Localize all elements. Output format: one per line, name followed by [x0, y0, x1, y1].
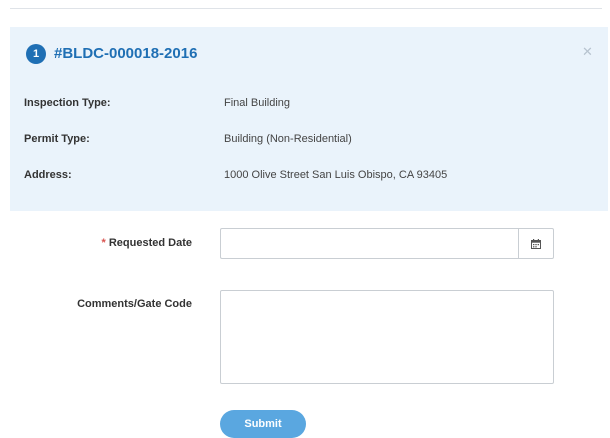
requested-date-label-text: Requested Date: [108, 237, 192, 249]
requested-date-label: * Requested Date: [60, 237, 192, 249]
address-value: 1000 Olive Street San Luis Obispo, CA 93…: [224, 169, 448, 181]
permit-index-badge: 1: [26, 44, 46, 64]
comments-textarea[interactable]: [220, 290, 554, 384]
submit-button[interactable]: Submit: [220, 410, 306, 438]
comments-label: Comments/Gate Code: [77, 298, 192, 310]
close-icon[interactable]: ✕: [582, 44, 593, 60]
address-label: Address:: [24, 169, 72, 181]
permit-type-value: Building (Non-Residential): [224, 133, 352, 145]
inspection-type-value: Final Building: [224, 97, 291, 109]
requested-date-input[interactable]: [220, 228, 518, 259]
calendar-icon: [531, 238, 541, 249]
required-marker: *: [101, 237, 106, 249]
inspection-type-label: Inspection Type:: [24, 97, 111, 109]
top-divider: [10, 8, 602, 9]
permit-id-title[interactable]: #BLDC-000018-2016: [54, 44, 197, 64]
permit-type-label: Permit Type:: [24, 133, 90, 145]
calendar-button[interactable]: [518, 228, 554, 259]
